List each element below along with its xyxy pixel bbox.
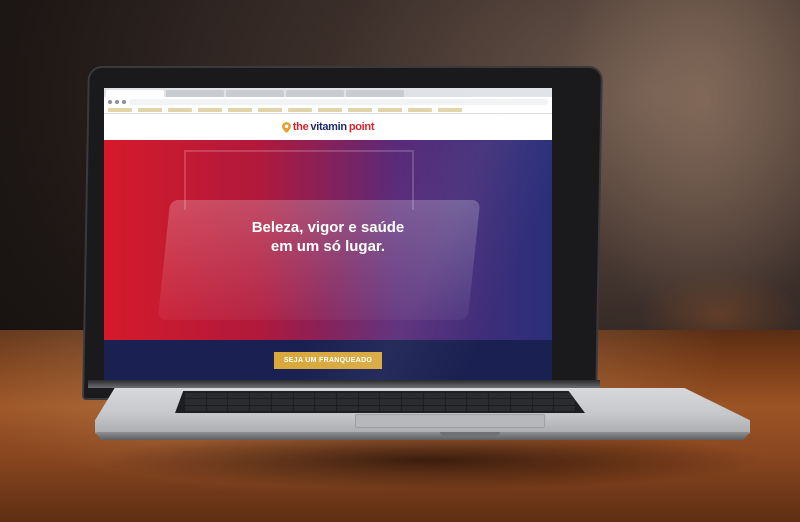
key <box>228 399 250 405</box>
laptop-screen: the vitamin point Beleza, vigor e saúde em… <box>104 88 552 380</box>
browser-tab[interactable] <box>106 90 164 97</box>
key <box>423 399 445 405</box>
forward-icon[interactable] <box>115 99 119 104</box>
browser-tab[interactable] <box>346 90 404 97</box>
trackpad <box>355 414 545 428</box>
hero-headline: Beleza, vigor e saúde em um só lugar. <box>104 218 552 256</box>
key <box>185 399 206 405</box>
key <box>532 399 554 405</box>
key <box>423 393 445 399</box>
key <box>206 399 228 405</box>
bookmark-item[interactable] <box>258 108 282 112</box>
cta-section: SEJA UM FRANQUEADO <box>104 340 552 380</box>
key <box>293 393 315 399</box>
key <box>271 393 293 399</box>
browser-address-bar <box>104 97 552 106</box>
key <box>337 399 358 405</box>
key <box>185 393 206 399</box>
browser-tab[interactable] <box>226 90 284 97</box>
key <box>358 393 380 399</box>
key <box>337 393 358 399</box>
key <box>402 399 423 405</box>
key <box>250 399 271 405</box>
key <box>293 405 315 411</box>
bookmark-item[interactable] <box>438 108 462 112</box>
key <box>358 405 380 411</box>
browser-tab[interactable] <box>166 90 224 97</box>
bookmark-item[interactable] <box>138 108 162 112</box>
brand-logo[interactable]: the vitamin point <box>281 121 375 133</box>
hero-headline-line2: em um só lugar. <box>270 238 386 255</box>
key <box>423 405 445 411</box>
key <box>185 405 206 411</box>
key <box>510 405 532 411</box>
key <box>315 405 337 411</box>
key <box>380 405 402 411</box>
logo-text-the: the <box>292 121 309 133</box>
key <box>445 405 467 411</box>
key <box>489 393 510 399</box>
franchise-cta-button[interactable]: SEJA UM FRANQUEADO <box>273 351 383 369</box>
key <box>380 399 402 405</box>
key <box>250 393 271 399</box>
bookmark-item[interactable] <box>318 108 342 112</box>
key <box>228 405 250 411</box>
key <box>467 393 489 399</box>
reload-icon[interactable] <box>122 99 126 104</box>
key <box>467 405 489 411</box>
key <box>315 399 337 405</box>
key <box>489 405 510 411</box>
kiosk-photo-frame <box>184 150 414 210</box>
key <box>315 393 337 399</box>
hero-headline-line1: Beleza, vigor e saúde <box>251 219 405 236</box>
bookmark-item[interactable] <box>378 108 402 112</box>
key <box>532 393 554 399</box>
laptop-hinge <box>88 380 600 388</box>
browser-tab-bar <box>104 88 552 97</box>
bookmark-item[interactable] <box>168 108 192 112</box>
key <box>489 399 510 405</box>
key <box>510 399 532 405</box>
bookmark-item[interactable] <box>198 108 222 112</box>
location-pin-icon <box>281 121 291 133</box>
bookmark-item[interactable] <box>288 108 312 112</box>
key <box>206 393 228 399</box>
key <box>337 405 358 411</box>
bookmark-item[interactable] <box>228 108 252 112</box>
keyboard <box>175 391 585 413</box>
key <box>402 393 423 399</box>
key <box>510 393 532 399</box>
key <box>206 405 228 411</box>
key <box>271 405 293 411</box>
key <box>554 405 575 411</box>
bookmark-item[interactable] <box>108 108 132 112</box>
bookmarks-bar <box>104 106 552 114</box>
key <box>402 405 423 411</box>
lid-opening-notch <box>440 432 500 436</box>
browser-tab[interactable] <box>286 90 344 97</box>
laptop-front-edge <box>95 432 750 440</box>
site-header: the vitamin point <box>104 114 552 140</box>
key <box>250 405 271 411</box>
key <box>445 399 467 405</box>
hero-banner: Beleza, vigor e saúde em um só lugar. <box>104 140 552 340</box>
url-field[interactable] <box>129 98 548 105</box>
key <box>380 393 402 399</box>
bookmark-item[interactable] <box>348 108 372 112</box>
key <box>445 393 467 399</box>
key <box>228 393 250 399</box>
logo-text-point: point <box>348 121 375 133</box>
key <box>532 405 554 411</box>
key <box>271 399 293 405</box>
key <box>554 399 575 405</box>
logo-text-vitamin: vitamin <box>310 121 347 133</box>
key <box>358 399 380 405</box>
back-icon[interactable] <box>108 99 112 104</box>
bookmark-item[interactable] <box>408 108 432 112</box>
key <box>293 399 315 405</box>
key <box>467 399 489 405</box>
